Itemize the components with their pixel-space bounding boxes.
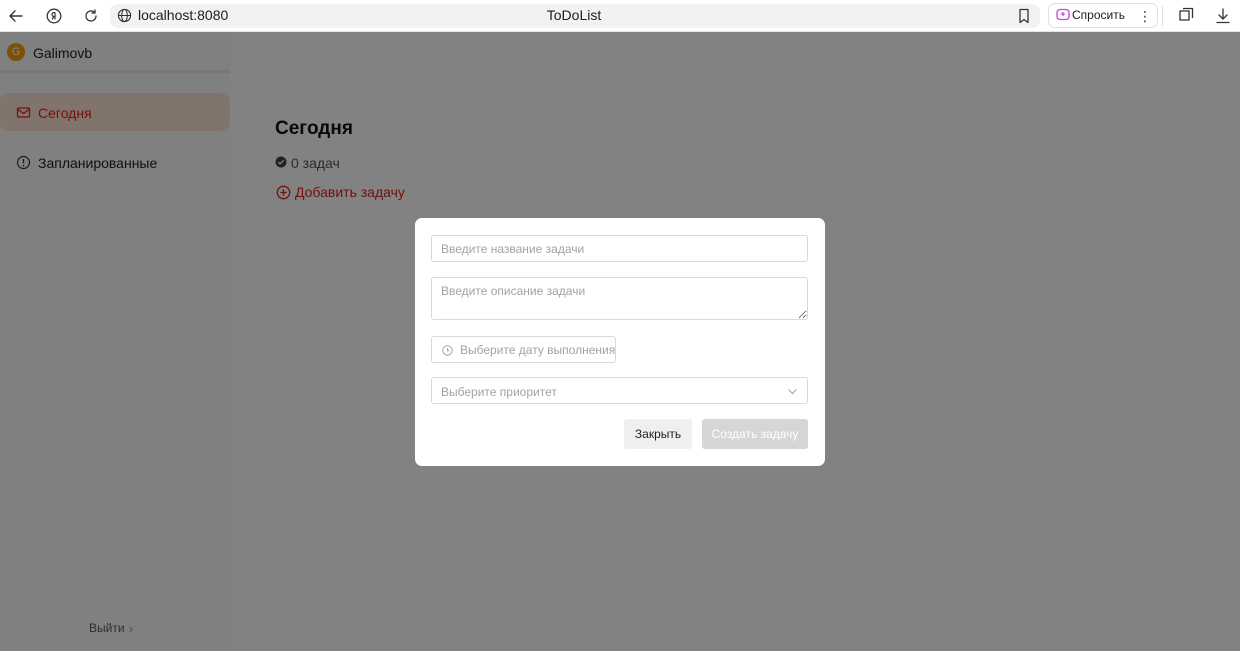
- create-task-button[interactable]: Создать задачу: [702, 419, 808, 449]
- browser-toolbar: localhost:8080 ToDoList Спросить ⋮: [0, 0, 1240, 32]
- create-task-modal: Выберите дату выполнения Выберите приори…: [415, 218, 825, 466]
- due-date-picker[interactable]: Выберите дату выполнения: [431, 336, 616, 363]
- download-icon[interactable]: [1214, 7, 1232, 25]
- ai-chat-icon: [1056, 8, 1070, 21]
- due-date-placeholder: Выберите дату выполнения: [460, 343, 616, 357]
- page-title-tab: ToDoList: [546, 7, 602, 23]
- close-button[interactable]: Закрыть: [624, 419, 692, 449]
- priority-placeholder: Выберите приоритет: [441, 385, 557, 399]
- ask-label[interactable]: Спросить: [1072, 8, 1125, 22]
- task-title-input[interactable]: [431, 235, 808, 262]
- menu-dots-icon[interactable]: ⋮: [1138, 7, 1152, 25]
- chevron-down-icon: [788, 389, 797, 395]
- bookmark-icon[interactable]: [1015, 7, 1033, 25]
- priority-select[interactable]: Выберите приоритет: [431, 377, 808, 404]
- tabs-icon[interactable]: [1177, 7, 1195, 25]
- task-description-input[interactable]: [431, 277, 808, 320]
- clock-icon: [442, 345, 453, 356]
- toolbar-divider: [1162, 6, 1163, 26]
